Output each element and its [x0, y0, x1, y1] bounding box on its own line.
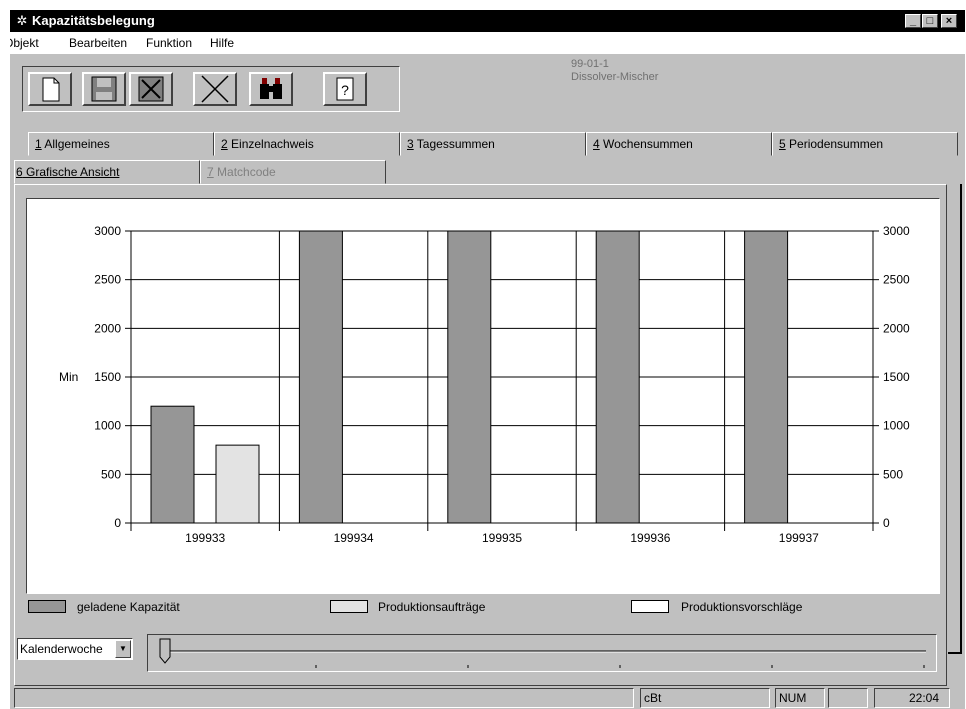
period-select-value: Kalenderwoche: [20, 642, 103, 656]
y-tick-label: 0: [114, 516, 121, 530]
y-tick-label: 1500: [94, 370, 121, 384]
slider-thumb[interactable]: [159, 638, 171, 664]
help-icon: ?: [336, 77, 354, 101]
record-name: Dissolver-Mischer: [571, 71, 659, 83]
x-tick-label: 199935: [482, 531, 522, 545]
bar: [595, 230, 640, 524]
y-tick-label: 500: [101, 467, 121, 481]
save-button[interactable]: [82, 72, 126, 106]
y-tick-label-right: 500: [883, 467, 903, 481]
tab-periodensummen[interactable]: 5 Periodensummen: [772, 132, 958, 156]
bar: [215, 444, 260, 524]
menu-hilfe[interactable]: Hilfe: [210, 36, 234, 50]
legend-label-geladene: geladene Kapazität: [77, 600, 180, 614]
title-bar: ✲ Kapazitätsbelegung _ □ ×: [10, 10, 965, 32]
y-tick-label-right: 1500: [883, 370, 910, 384]
record-id: 99-01-1: [571, 58, 609, 70]
new-document-icon: [42, 77, 60, 102]
bar: [744, 230, 789, 524]
legend-label-vorschlaege: Produktionsvorschläge: [681, 600, 803, 614]
status-clock: 22:04: [874, 688, 950, 708]
legend-swatch-auftraege: [330, 600, 368, 613]
y-tick-label-right: 3000: [883, 224, 910, 238]
legend-swatch-vorschlaege: [631, 600, 669, 613]
legend-swatch-geladene: [28, 600, 66, 613]
panel-right-edge: [948, 184, 962, 654]
x-tick-label: 199936: [630, 531, 670, 545]
tab-wochensummen[interactable]: 4 Wochensummen: [586, 132, 772, 156]
search-binoculars-icon: [260, 78, 282, 99]
x-tick-label: 199937: [779, 531, 819, 545]
help-button[interactable]: ?: [323, 72, 367, 106]
save-icon: [91, 76, 117, 102]
new-button[interactable]: [28, 72, 72, 106]
y-tick-label-right: 2500: [883, 273, 910, 287]
bar: [447, 230, 492, 524]
legend-label-auftraege: Produktionsaufträge: [378, 600, 486, 614]
capacity-chart: 0 0 500 500 1000 1000 1500 1500 2000 2000 2500 2500…: [59, 224, 910, 545]
bar: [150, 405, 195, 524]
slider-track: [159, 638, 926, 668]
status-field-num: NUM: [775, 688, 825, 708]
record-info: 99-01-1 Dissolver-Mischer: [571, 58, 658, 84]
chevron-down-icon[interactable]: ▼: [115, 640, 131, 658]
tab-matchcode[interactable]: 7 Matchcode: [200, 160, 386, 184]
y-axis-label: Min: [59, 370, 78, 384]
delete-icon: [201, 75, 229, 103]
tab-tagessummen[interactable]: 3 Tagessummen: [400, 132, 586, 156]
y-tick-label-right: 1000: [883, 419, 910, 433]
close-button[interactable]: ×: [941, 14, 957, 28]
slider-ticks: [315, 665, 925, 668]
y-tick-label-right: 0: [883, 516, 890, 530]
window-title: Kapazitätsbelegung: [32, 13, 155, 28]
delete-button[interactable]: [193, 72, 237, 106]
x-tick-label: 199933: [185, 531, 225, 545]
y-tick-label-right: 2000: [883, 321, 910, 335]
menu-funktion[interactable]: Funktion: [146, 36, 192, 50]
bar: [298, 230, 343, 524]
menu-bar: Objekt Bearbeiten Funktion Hilfe: [10, 32, 965, 54]
chart-frame: 0 0 500 500 1000 1000 1500 1500 2000 2000 2500 2500…: [26, 198, 940, 594]
y-tick-label: 2000: [94, 321, 121, 335]
menu-bearbeiten[interactable]: Bearbeiten: [69, 36, 127, 50]
svg-text:?: ?: [341, 82, 349, 98]
period-slider[interactable]: [147, 634, 937, 672]
search-button[interactable]: [249, 72, 293, 106]
y-tick-label: 2500: [94, 273, 121, 287]
minimize-button[interactable]: _: [905, 14, 921, 28]
status-field-main: [14, 688, 634, 708]
status-field-user: cBt: [640, 688, 770, 708]
x-tick-label: 199934: [334, 531, 374, 545]
maximize-button[interactable]: □: [922, 14, 938, 28]
tab-einzelnachweis[interactable]: 2 Einzelnachweis: [214, 132, 400, 156]
toolbar: ?: [22, 66, 400, 112]
y-tick-label: 1000: [94, 419, 121, 433]
status-field-empty: [828, 688, 868, 708]
save-close-button[interactable]: [129, 72, 173, 106]
tab-grafische-ansicht[interactable]: 6 Grafische Ansicht: [14, 160, 200, 184]
period-select[interactable]: Kalenderwoche ▼: [17, 638, 133, 660]
menu-objekt[interactable]: Objekt: [10, 36, 39, 50]
tab-allgemeines[interactable]: 1 Allgemeines: [28, 132, 214, 156]
y-tick-label: 3000: [94, 224, 121, 238]
save-close-icon: [138, 76, 164, 102]
app-icon[interactable]: ✲: [14, 13, 30, 29]
